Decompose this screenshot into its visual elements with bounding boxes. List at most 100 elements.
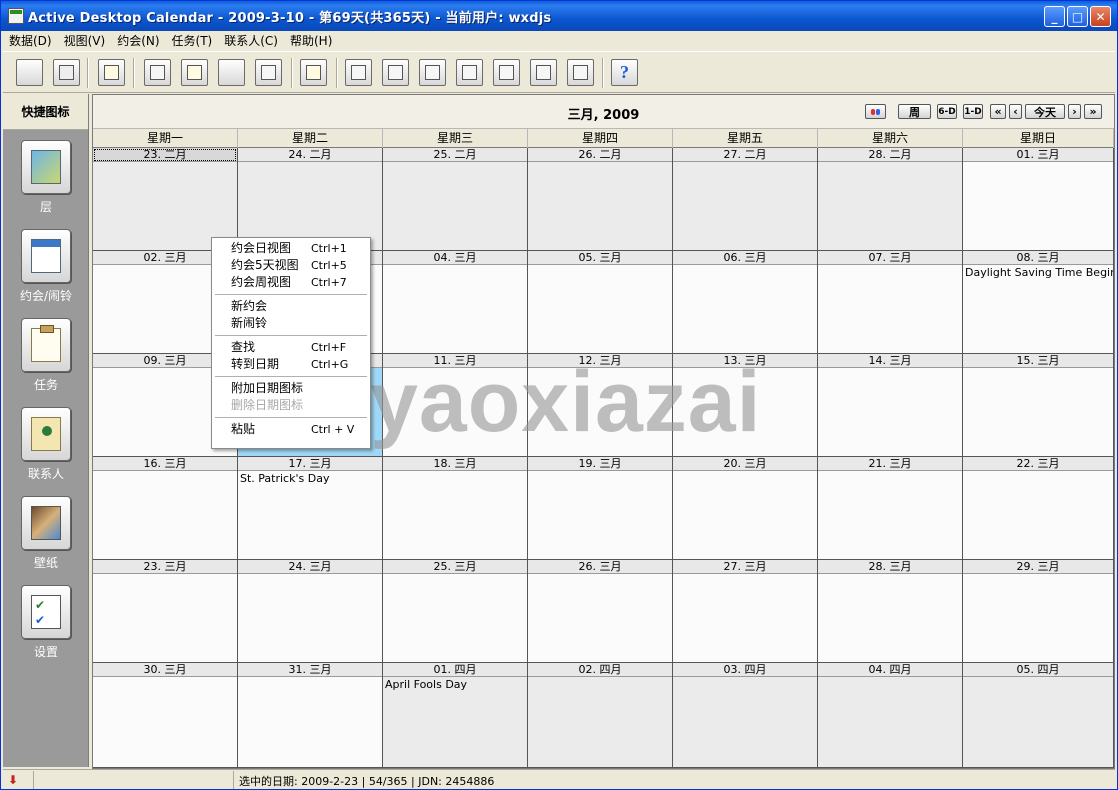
download-icon[interactable]: ⬇: [8, 773, 22, 787]
context-menu-item[interactable]: 约会5天视图 Ctrl+5: [212, 257, 370, 274]
day-cell[interactable]: 26. 二月: [528, 148, 673, 251]
day-cell[interactable]: 29. 三月: [963, 560, 1114, 663]
context-menu-item[interactable]: 粘贴 Ctrl + V: [212, 421, 370, 438]
day-date-label: 31. 三月: [238, 663, 382, 677]
context-menu-item-label: 约会日视图: [231, 241, 292, 255]
menu-data[interactable]: 数据(D): [3, 32, 58, 49]
week-view-button[interactable]: 周: [898, 104, 931, 119]
export-icon[interactable]: [218, 59, 330, 173]
color-layers-button[interactable]: [865, 104, 886, 119]
maximize-button[interactable]: □: [1067, 6, 1088, 27]
day-cell[interactable]: 08. 三月 Daylight Saving Time Begins: [963, 251, 1114, 354]
day-date-label: 26. 二月: [528, 148, 672, 162]
day-cell[interactable]: 05. 四月: [963, 663, 1114, 768]
day-date-label: 08. 三月: [963, 251, 1113, 265]
context-menu-item[interactable]: 新闹铃: [212, 315, 370, 332]
weekday-label: 星期五: [673, 129, 818, 148]
weekday-label: 星期三: [383, 129, 528, 148]
shortcut-contacts[interactable]: 联系人: [3, 407, 89, 482]
context-menu-item[interactable]: 新约会: [212, 298, 370, 315]
title-bar[interactable]: Active Desktop Calendar - 2009-3-10 - 第6…: [1, 1, 1117, 31]
check-icon[interactable]: [382, 59, 409, 86]
next-button[interactable]: ›: [1068, 104, 1081, 119]
shortcut-settings[interactable]: 设置: [3, 585, 89, 660]
context-menu-item[interactable]: 查找 Ctrl+F: [212, 339, 370, 356]
day-cell[interactable]: 28. 三月: [818, 560, 963, 663]
day-cell[interactable]: 30. 三月: [93, 663, 238, 768]
day-cell[interactable]: 16. 三月: [93, 457, 238, 560]
day-cell[interactable]: 25. 二月: [383, 148, 528, 251]
minimize-button[interactable]: _: [1044, 6, 1065, 27]
day-cell[interactable]: 22. 三月: [963, 457, 1114, 560]
bottom-icon[interactable]: [530, 59, 557, 86]
day-cell[interactable]: 19. 三月: [528, 457, 673, 560]
six-day-view-button[interactable]: 6-D: [937, 104, 957, 119]
holiday-event[interactable]: St. Patrick's Day: [238, 471, 382, 486]
up-icon[interactable]: [419, 59, 446, 86]
day-cell[interactable]: 04. 三月: [383, 251, 528, 354]
day-date-label: 27. 三月: [673, 560, 817, 574]
excel-icon[interactable]: [255, 59, 282, 86]
close-button[interactable]: ✕: [1090, 6, 1111, 27]
context-menu-item[interactable]: 约会周视图 Ctrl+7: [212, 274, 370, 291]
delete-icon[interactable]: [567, 59, 594, 86]
down-icon[interactable]: [456, 59, 483, 86]
move-icon[interactable]: [345, 59, 372, 86]
context-menu-item[interactable]: 约会日视图 Ctrl+1: [212, 240, 370, 257]
day-cell[interactable]: 26. 三月: [528, 560, 673, 663]
day-cell[interactable]: 27. 三月: [673, 560, 818, 663]
print-icon[interactable]: [98, 59, 125, 86]
menu-contact[interactable]: 联系人(C): [218, 32, 284, 49]
zoom-icon[interactable]: [181, 59, 208, 86]
day-cell[interactable]: 01. 三月: [963, 148, 1114, 251]
day-cell[interactable]: 06. 三月: [673, 251, 818, 354]
day-cell[interactable]: 07. 三月: [818, 251, 963, 354]
menu-appointment[interactable]: 约会(N): [111, 32, 165, 49]
day-cell[interactable]: 12. 三月: [528, 354, 673, 457]
last-button[interactable]: »: [1084, 104, 1102, 119]
day-cell[interactable]: 23. 三月: [93, 560, 238, 663]
today-button[interactable]: 今天: [1025, 104, 1065, 119]
day-cell[interactable]: 21. 三月: [818, 457, 963, 560]
holiday-event[interactable]: Daylight Saving Time Begins: [963, 265, 1113, 280]
menu-view[interactable]: 视图(V): [58, 32, 112, 49]
find-icon[interactable]: [144, 59, 171, 86]
day-cell[interactable]: 18. 三月: [383, 457, 528, 560]
day-cell[interactable]: 13. 三月: [673, 354, 818, 457]
day-cell[interactable]: 31. 三月: [238, 663, 383, 768]
day-cell[interactable]: 27. 二月: [673, 148, 818, 251]
day-cell[interactable]: 17. 三月 St. Patrick's Day: [238, 457, 383, 560]
day-cell[interactable]: 03. 四月: [673, 663, 818, 768]
day-cell[interactable]: 05. 三月: [528, 251, 673, 354]
day-cell[interactable]: 04. 四月: [818, 663, 963, 768]
day-cell[interactable]: 11. 三月: [383, 354, 528, 457]
day-cell[interactable]: 02. 四月: [528, 663, 673, 768]
shortcut-appointments[interactable]: 约会/闹铃: [3, 229, 89, 304]
new-layer-icon[interactable]: [53, 59, 80, 86]
day-cell[interactable]: 25. 三月: [383, 560, 528, 663]
day-cell[interactable]: 20. 三月: [673, 457, 818, 560]
shortcut-wallpaper[interactable]: 壁纸: [3, 496, 89, 571]
day-cell[interactable]: 01. 四月 April Fools Day: [383, 663, 528, 768]
day-cell[interactable]: 24. 三月: [238, 560, 383, 663]
shortcut-tasks[interactable]: 任务: [3, 318, 89, 393]
context-menu-item[interactable]: 转到日期 Ctrl+G: [212, 356, 370, 373]
day-cell[interactable]: 24. 二月: [238, 148, 383, 251]
day-cell[interactable]: 23. 二月: [93, 148, 238, 251]
top-icon[interactable]: [493, 59, 520, 86]
holiday-event[interactable]: April Fools Day: [383, 677, 527, 692]
note-icon[interactable]: [300, 59, 327, 86]
first-button[interactable]: «: [990, 104, 1006, 119]
help-icon[interactable]: ?: [611, 59, 638, 86]
day-cell[interactable]: 28. 二月: [818, 148, 963, 251]
layer-view-icon[interactable]: [16, 59, 128, 173]
day-cell[interactable]: 14. 三月: [818, 354, 963, 457]
day-date-label: 04. 四月: [818, 663, 962, 677]
prev-button[interactable]: ‹: [1009, 104, 1022, 119]
day-cell[interactable]: 15. 三月: [963, 354, 1114, 457]
menu-help[interactable]: 帮助(H): [284, 32, 338, 49]
shortcut-layers[interactable]: 层: [3, 140, 89, 215]
menu-task[interactable]: 任务(T): [166, 32, 219, 49]
one-day-view-button[interactable]: 1-D: [963, 104, 983, 119]
context-menu-item[interactable]: 附加日期图标: [212, 380, 370, 397]
